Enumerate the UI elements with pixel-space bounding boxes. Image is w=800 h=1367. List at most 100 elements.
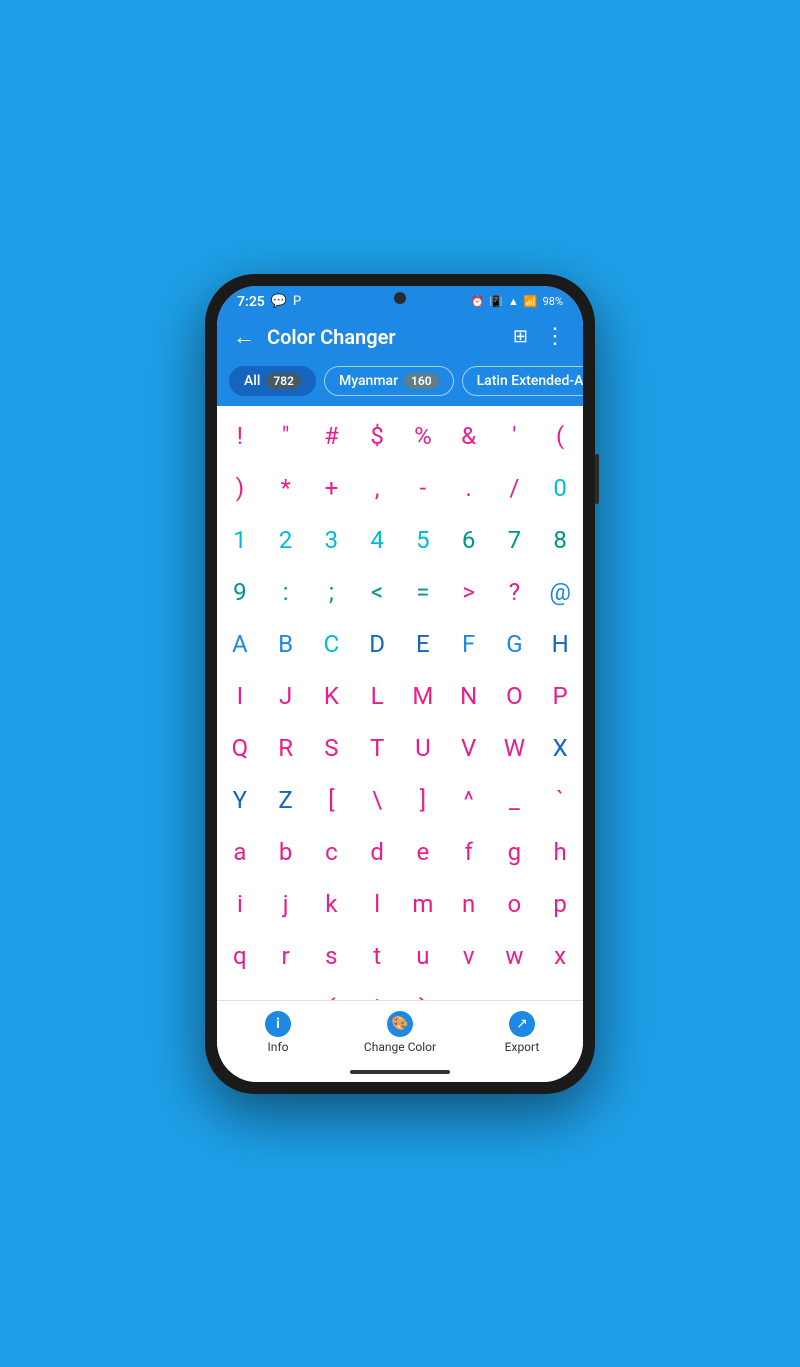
character-grid-container[interactable]: !"#$%&'()*+,-./0123456789:;<=>?@ABCDEFGH… <box>217 406 583 1000</box>
char-cell[interactable]: m <box>400 878 446 930</box>
char-cell[interactable]: S <box>309 722 355 774</box>
char-cell[interactable]: | <box>354 982 400 1000</box>
char-cell[interactable]: { <box>309 982 355 1000</box>
char-cell[interactable]: n <box>446 878 492 930</box>
char-cell[interactable]: ` <box>537 774 583 826</box>
char-cell[interactable]: o <box>492 878 538 930</box>
char-cell[interactable]: H <box>537 618 583 670</box>
char-cell[interactable]: Z <box>263 774 309 826</box>
char-cell[interactable]: . <box>446 462 492 514</box>
char-cell[interactable]: W <box>492 722 538 774</box>
char-cell[interactable]: L <box>354 670 400 722</box>
char-cell[interactable]: u <box>400 930 446 982</box>
char-cell[interactable]: q <box>217 930 263 982</box>
char-cell[interactable]: + <box>309 462 355 514</box>
char-cell[interactable]: b <box>263 826 309 878</box>
char-cell[interactable]: T <box>354 722 400 774</box>
nav-info[interactable]: i Info <box>217 1001 339 1062</box>
char-cell[interactable]: [ <box>309 774 355 826</box>
char-cell[interactable]: , <box>354 462 400 514</box>
char-cell[interactable]: p <box>537 878 583 930</box>
char-cell[interactable]: Y <box>217 774 263 826</box>
char-cell[interactable]: 5 <box>400 514 446 566</box>
char-cell[interactable]: s <box>309 930 355 982</box>
char-cell[interactable]: G <box>492 618 538 670</box>
char-cell[interactable]: g <box>492 826 538 878</box>
char-cell[interactable]: I <box>217 670 263 722</box>
char-cell[interactable]: 3 <box>309 514 355 566</box>
char-cell[interactable]: d <box>354 826 400 878</box>
char-cell[interactable]: e <box>400 826 446 878</box>
char-cell[interactable]: - <box>400 462 446 514</box>
char-cell[interactable]: 6 <box>446 514 492 566</box>
char-cell[interactable]: # <box>309 410 355 462</box>
char-cell[interactable]: z <box>263 982 309 1000</box>
char-cell[interactable]: r <box>263 930 309 982</box>
tab-myanmar[interactable]: Myanmar 160 <box>324 366 454 396</box>
char-cell[interactable]: > <box>446 566 492 618</box>
char-cell[interactable]: 8 <box>537 514 583 566</box>
char-cell[interactable]: l <box>354 878 400 930</box>
char-cell[interactable]: j <box>263 878 309 930</box>
char-cell[interactable]: h <box>537 826 583 878</box>
grid-icon[interactable]: ⊞ <box>513 326 528 347</box>
tab-all[interactable]: All 782 <box>229 366 316 396</box>
char-cell[interactable]: 1 <box>217 514 263 566</box>
char-cell[interactable]: f <box>446 826 492 878</box>
char-cell[interactable]: v <box>446 930 492 982</box>
char-cell[interactable]: N <box>446 670 492 722</box>
char-cell[interactable]: } <box>400 982 446 1000</box>
char-cell[interactable]: < <box>354 566 400 618</box>
char-cell[interactable]: i <box>217 878 263 930</box>
char-cell[interactable]: O <box>492 670 538 722</box>
char-cell[interactable]: 0 <box>537 462 583 514</box>
char-cell[interactable]: U <box>400 722 446 774</box>
char-cell[interactable]: ^ <box>446 774 492 826</box>
char-cell[interactable]: C <box>309 618 355 670</box>
char-cell[interactable]: A <box>217 618 263 670</box>
char-cell[interactable]: K <box>309 670 355 722</box>
char-cell[interactable]: F <box>446 618 492 670</box>
char-cell[interactable]: / <box>492 462 538 514</box>
nav-export[interactable]: ↗ Export <box>461 1001 583 1062</box>
char-cell[interactable]: Q <box>217 722 263 774</box>
char-cell[interactable]: X <box>537 722 583 774</box>
back-button[interactable]: ← <box>233 324 255 350</box>
more-options-icon[interactable]: ⋮ <box>544 324 567 349</box>
char-cell[interactable]: & <box>446 410 492 462</box>
char-cell[interactable]: 9 <box>217 566 263 618</box>
char-cell[interactable]: k <box>309 878 355 930</box>
char-cell[interactable]: t <box>354 930 400 982</box>
char-cell[interactable]: E <box>400 618 446 670</box>
char-cell[interactable]: ( <box>537 410 583 462</box>
char-cell[interactable]: % <box>400 410 446 462</box>
char-cell[interactable]: ! <box>217 410 263 462</box>
char-cell[interactable]: P <box>537 670 583 722</box>
char-cell[interactable]: ] <box>400 774 446 826</box>
char-cell[interactable]: B <box>263 618 309 670</box>
char-cell[interactable]: J <box>263 670 309 722</box>
char-cell[interactable]: c <box>309 826 355 878</box>
char-cell[interactable]: 4 <box>354 514 400 566</box>
char-cell[interactable]: " <box>263 410 309 462</box>
char-cell[interactable]: V <box>446 722 492 774</box>
char-cell[interactable]: 7 <box>492 514 538 566</box>
char-cell[interactable]: ; <box>309 566 355 618</box>
char-cell[interactable]: ? <box>492 566 538 618</box>
char-cell[interactable]: 2 <box>263 514 309 566</box>
char-cell[interactable]: _ <box>492 774 538 826</box>
char-cell[interactable]: M <box>400 670 446 722</box>
char-cell[interactable]: x <box>537 930 583 982</box>
nav-change-color[interactable]: 🎨 Change Color <box>339 1001 461 1062</box>
char-cell[interactable]: y <box>217 982 263 1000</box>
char-cell[interactable]: : <box>263 566 309 618</box>
char-cell[interactable]: $ <box>354 410 400 462</box>
char-cell[interactable]: w <box>492 930 538 982</box>
char-cell[interactable]: D <box>354 618 400 670</box>
char-cell[interactable]: = <box>400 566 446 618</box>
char-cell[interactable]: * <box>263 462 309 514</box>
char-cell[interactable]: @ <box>537 566 583 618</box>
char-cell[interactable]: ' <box>492 410 538 462</box>
char-cell[interactable]: a <box>217 826 263 878</box>
char-cell[interactable]: \ <box>354 774 400 826</box>
